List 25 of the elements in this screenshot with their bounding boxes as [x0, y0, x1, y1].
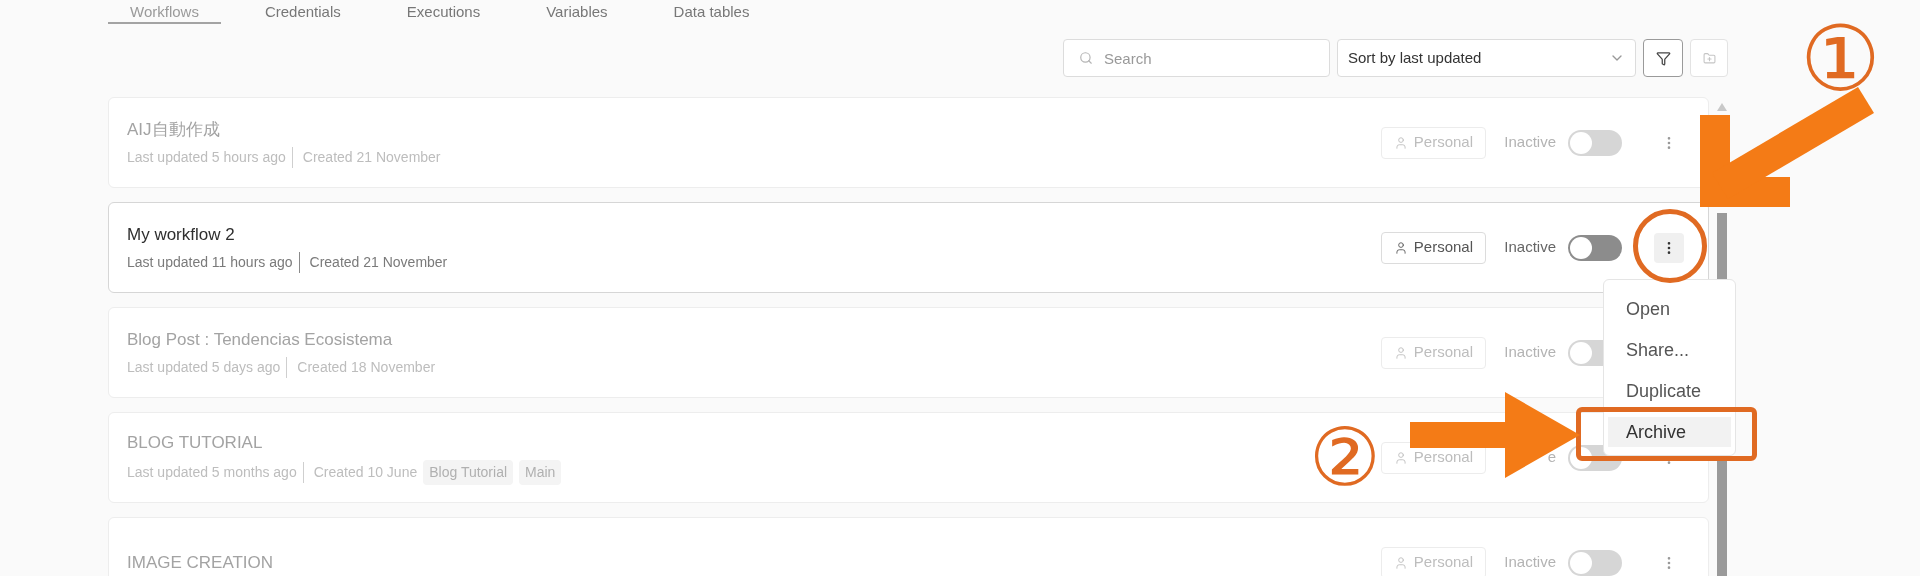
step-number: ① [1800, 14, 1881, 104]
status-label: Inactive [1504, 132, 1556, 153]
status-label: Inactive [1504, 342, 1556, 363]
updated-time: Last updated 5 days ago [127, 356, 288, 378]
updated-time: Last updated 5 hours ago [127, 146, 293, 168]
workflow-title: Blog Post : Tendencias Ecosistema [127, 329, 394, 352]
project-name: Personal [1413, 342, 1473, 363]
status-label: Inactive [1504, 552, 1556, 573]
status-label: Inactive [1504, 237, 1556, 258]
created-date: Created 18 November [296, 357, 436, 377]
project-name: Personal [1413, 447, 1473, 468]
status-label: e [1547, 447, 1556, 468]
step-number: ② [1309, 419, 1381, 497]
workflow-title: My workflow 2 [127, 224, 236, 247]
project-name: Personal [1413, 552, 1473, 573]
project-name: Personal [1413, 237, 1473, 258]
created-date: Created 10 June [312, 462, 418, 482]
created-date: Created 21 November [308, 252, 448, 272]
updated-time: Last updated 5 months ago [127, 461, 304, 483]
workflow-title: IMAGE CREATION [127, 551, 275, 574]
created-date: Created 21 November [301, 147, 441, 167]
workflow-title: BLOG TUTORIAL [127, 432, 264, 455]
updated-time: Last updated 11 hours ago [127, 251, 300, 273]
workflow-title: AIJ自動作成 [127, 119, 221, 142]
project-name: Personal [1413, 132, 1473, 153]
